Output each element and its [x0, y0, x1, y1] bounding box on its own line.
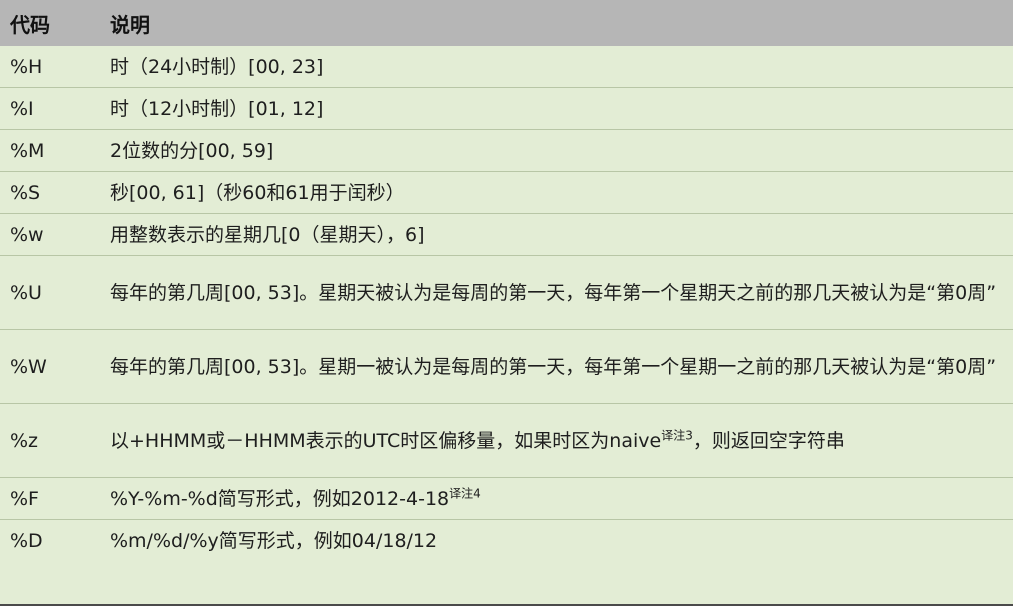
row-description: 2位数的分[00, 59] [110, 139, 274, 162]
description-text: %Y-%m-%d简写形式，例如2012-4-18 [110, 487, 450, 510]
description-text: 以+HHMM或－HHMM表示的UTC时区偏移量，如果时区为naive [110, 429, 662, 452]
header-description: 说明 [110, 12, 150, 37]
table-row: %z 以+HHMM或－HHMM表示的UTC时区偏移量，如果时区为naive译注3… [0, 404, 1013, 478]
table-row: %U 每年的第几周[00, 53]。星期天被认为是每周的第一天，每年第一个星期天… [0, 256, 1013, 330]
row-description: 时（24小时制）[00, 23] [110, 55, 324, 78]
header-code: 代码 [10, 12, 50, 37]
row-code: %W [10, 355, 47, 378]
table-row: %H 时（24小时制）[00, 23] [0, 46, 1013, 88]
row-description: 秒[00, 61]（秒60和61用于闰秒） [110, 181, 405, 204]
translator-note-marker: 译注3 [661, 428, 693, 443]
table-row: %w 用整数表示的星期几[0（星期天），6] [0, 214, 1013, 256]
row-description: 时（12小时制）[01, 12] [110, 97, 324, 120]
strftime-codes-table: 代码 说明 %H 时（24小时制）[00, 23] %I 时（12小时制）[01… [0, 0, 1013, 606]
table-row: %W 每年的第几周[00, 53]。星期一被认为是每周的第一天，每年第一个星期一… [0, 330, 1013, 404]
row-description: 以+HHMM或－HHMM表示的UTC时区偏移量，如果时区为naive译注3，则返… [110, 425, 1013, 457]
row-code: %w [10, 223, 44, 246]
row-code: %z [10, 429, 39, 452]
row-description: 每年的第几周[00, 53]。星期天被认为是每周的第一天，每年第一个星期天之前的… [110, 281, 997, 304]
row-code: %F [10, 487, 39, 510]
row-code: %M [10, 139, 45, 162]
description-text: ，则返回空字符串 [692, 429, 845, 452]
table-header: 代码 说明 [0, 0, 1013, 46]
translator-note-marker: 译注4 [449, 486, 481, 501]
table-row: %F %Y-%m-%d简写形式，例如2012-4-18译注4 [0, 478, 1013, 520]
table-row: %M 2位数的分[00, 59] [0, 130, 1013, 172]
row-description: 用整数表示的星期几[0（星期天），6] [110, 223, 425, 246]
row-code: %I [10, 97, 34, 120]
table-row: %I 时（12小时制）[01, 12] [0, 88, 1013, 130]
row-description: %Y-%m-%d简写形式，例如2012-4-18译注4 [110, 483, 1013, 515]
row-code: %U [10, 281, 42, 304]
table-row: %S 秒[00, 61]（秒60和61用于闰秒） [0, 172, 1013, 214]
row-description: %m/%d/%y简写形式，例如04/18/12 [110, 530, 438, 552]
table-row: %D %m/%d/%y简写形式，例如04/18/12 [0, 520, 1013, 562]
row-description: 每年的第几周[00, 53]。星期一被认为是每周的第一天，每年第一个星期一之前的… [110, 355, 997, 378]
row-code: %D [10, 530, 43, 552]
row-code: %S [10, 181, 41, 204]
row-code: %H [10, 55, 43, 78]
